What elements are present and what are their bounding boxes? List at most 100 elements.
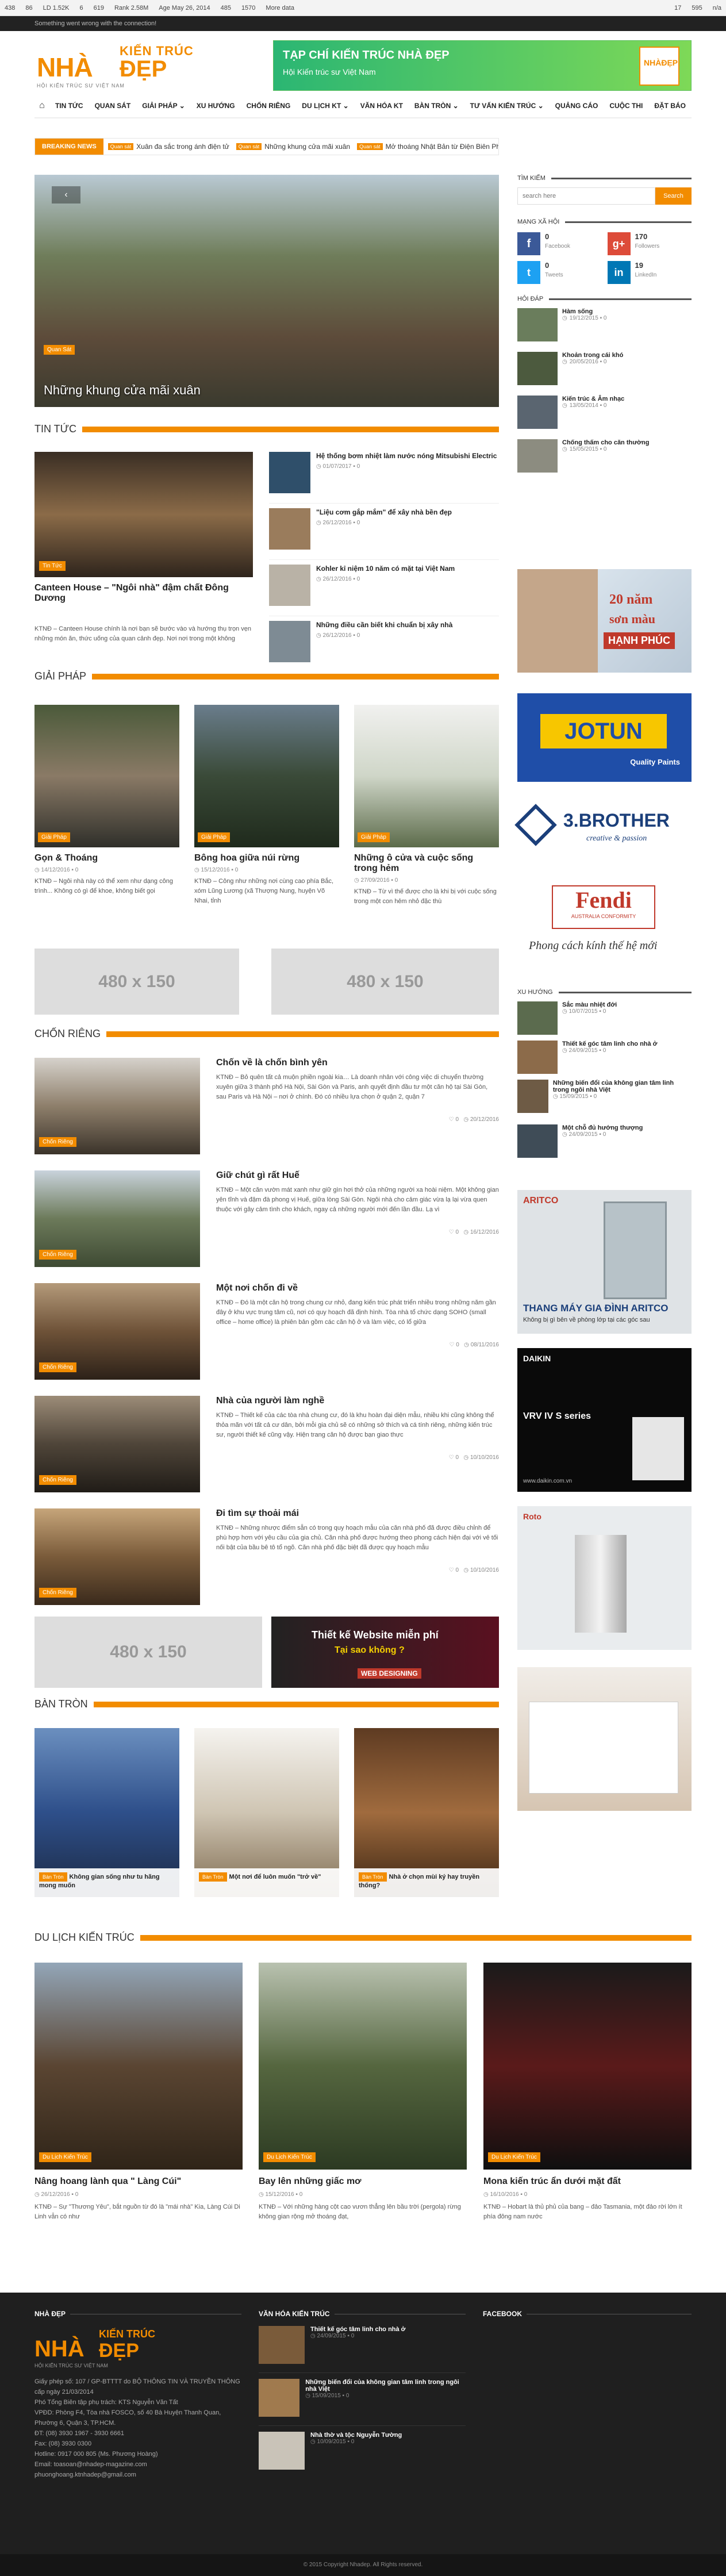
nav-item-quang-cao[interactable]: QUẢNG CÁO	[550, 94, 604, 118]
post-title[interactable]: Kiến trúc & Âm nhạc	[562, 396, 624, 402]
post-title[interactable]: Hàm sống	[562, 308, 606, 315]
tin-tuc-main-image[interactable]: Tin Tức	[34, 452, 253, 577]
section-title[interactable]: TIN TỨC	[34, 423, 76, 435]
category-tag[interactable]: Du Lịch Kiến Trúc	[39, 2152, 91, 2162]
seo-metric[interactable]: 86	[25, 5, 32, 11]
post-card[interactable]: Bàn Tròn Nhà ở chọn mùi ký hay truyền thố…	[354, 1728, 499, 1897]
post-title[interactable]: Những ô cửa và cuộc sống trong hẻm	[354, 853, 499, 874]
post-card[interactable]: Giải Pháp Gọn & Thoáng ◷ 14/12/2016 ▪ 0 …	[34, 705, 179, 896]
home-icon[interactable]: ⌂	[34, 101, 49, 111]
nav-item-tu-van[interactable]: TƯ VẤN KIẾN TRÚC ⌄	[464, 94, 550, 118]
heart-icon[interactable]: ♡	[450, 1342, 455, 1348]
category-tag[interactable]: Chốn Riêng	[39, 1250, 76, 1260]
category-tag[interactable]: Bàn Tròn	[359, 1872, 387, 1882]
ad-placeholder-480x150[interactable]: 480 x 150	[34, 949, 239, 1015]
post-card[interactable]: Giải Pháp Bông hoa giữa núi rừng ◷ 15/12…	[194, 705, 339, 906]
post-title[interactable]: Mona kiến trúc ẩn dưới mặt đất	[483, 2176, 692, 2187]
footer-email[interactable]: Email: toasoan@nhadep-magazine.com	[34, 2459, 241, 2470]
search-input[interactable]	[517, 187, 655, 205]
nav-item-cuoc-thi[interactable]: CUỘC THI	[604, 94, 648, 118]
post-card[interactable]: Du Lịch Kiến Trúc Bay lên những giấc mơ …	[259, 1963, 467, 2222]
slider-category-tag[interactable]: Quan Sát	[44, 345, 75, 355]
list-item[interactable]: Những biến đổi của không gian tâm linh t…	[517, 1080, 692, 1124]
list-item[interactable]: Kohler kỉ niệm 10 năm có mặt tại Việt Na…	[269, 565, 499, 616]
post-title[interactable]: Nâng hoang lành qua " Làng Cúi"	[34, 2176, 243, 2187]
section-title[interactable]: DU LỊCH KIẾN TRÚC	[34, 1932, 135, 1944]
ticker-item[interactable]: Quan sát Xuân đa sắc trong ánh điện tử	[107, 143, 229, 151]
category-tag[interactable]: Giải Pháp	[38, 832, 70, 842]
post-image[interactable]: Giải Pháp	[354, 705, 499, 847]
section-title[interactable]: BÀN TRÒN	[34, 1698, 88, 1710]
more-data-button[interactable]: More data	[266, 5, 294, 11]
seo-metric[interactable]: n/a	[713, 5, 721, 11]
heart-icon[interactable]: ♡	[449, 1567, 454, 1573]
linkedin-counter[interactable]: in 19 LinkedIn	[607, 261, 692, 284]
post-image[interactable]: Du Lịch Kiến Trúc	[483, 1963, 692, 2170]
seo-metric[interactable]: 438	[5, 5, 15, 11]
post-image[interactable]: Chốn Riêng	[34, 1283, 200, 1380]
post-title[interactable]: Một chỗ đủ hướng thượng	[562, 1124, 643, 1131]
post-title[interactable]: "Liệu cơm gắp mắm" để xây nhà bền đẹp	[316, 508, 452, 516]
post-card[interactable]: Du Lịch Kiến Trúc Mona kiến trúc ẩn dưới…	[483, 1963, 692, 2222]
post-title[interactable]: Những biến đổi của không gian tâm linh t…	[305, 2379, 466, 2393]
category-tag[interactable]: Du Lịch Kiến Trúc	[263, 2152, 316, 2162]
post-title[interactable]: Giữ chút gì rất Huế	[216, 1170, 499, 1181]
category-tag[interactable]: Tin Tức	[39, 561, 66, 571]
ticker-item[interactable]: Quan sát Những khung cửa mãi xuân	[236, 143, 350, 151]
post-card[interactable]: Du Lịch Kiến Trúc Nâng hoang lành qua " …	[34, 1963, 243, 2222]
nav-item-giai-phap[interactable]: GIẢI PHÁP ⌄	[136, 94, 191, 118]
post-title[interactable]: Những điều cần biết khi chuẩn bị xây nhà	[316, 621, 452, 629]
footer-email[interactable]: phuonghoang.ktnhadep@gmail.com	[34, 2470, 241, 2480]
category-tag[interactable]: Giải Pháp	[358, 832, 390, 842]
post-row[interactable]: Chốn Riêng Nhà của người làm nghề KTNĐ –…	[34, 1396, 499, 1508]
seo-metric[interactable]: 485	[221, 5, 231, 11]
list-item[interactable]: Những biến đổi của không gian tâm linh t…	[259, 2379, 466, 2426]
post-title[interactable]: Thiết kế góc tâm linh cho nhà ở	[310, 2326, 406, 2333]
nav-item-xu-huong[interactable]: XU HƯỚNG	[191, 94, 241, 118]
googleplus-counter[interactable]: g+ 170 Followers	[607, 232, 692, 255]
post-title[interactable]: Nhà thờ và tộc Nguyễn Tường	[310, 2432, 402, 2439]
heart-icon[interactable]: ♡	[449, 1116, 454, 1123]
tin-tuc-main-title[interactable]: Canteen House – "Ngôi nhà" đậm chất Đông…	[34, 583, 253, 604]
ticker-item[interactable]: Quan sát Mở thoáng Nhật Bản từ Điện Biên …	[357, 143, 498, 151]
list-item[interactable]: Chống thấm cho căn thường ◷ 15/05/2015 ▪ 0	[517, 439, 692, 478]
ad-fendi[interactable]: Fendi AUSTRALIA CONFORMITY Phong cách kín…	[517, 880, 692, 966]
ad-aritco[interactable]: ARITCO THANG MÁY GIA ĐÌNH ARITCO Không b…	[517, 1190, 692, 1334]
category-tag[interactable]: Du Lịch Kiến Trúc	[488, 2152, 540, 2162]
slider-prev-icon[interactable]: ‹	[52, 186, 80, 204]
nav-item-chon-rieng[interactable]: CHỐN RIÊNG	[241, 94, 297, 118]
seo-metric[interactable]: 619	[94, 5, 104, 11]
category-tag[interactable]: Bàn Tròn	[199, 1872, 227, 1882]
list-item[interactable]: Hàm sống ◷ 19/12/2015 ▪ 0	[517, 308, 692, 347]
post-row[interactable]: Chốn Riêng Giữ chút gì rất Huế KTNĐ – Mộ…	[34, 1170, 499, 1283]
seo-metric[interactable]: LD 1.52K	[43, 5, 70, 11]
post-image[interactable]: Du Lịch Kiến Trúc	[34, 1963, 243, 2170]
featured-slider-image[interactable]: ‹ Quan Sát Những khung cửa mãi xuân	[34, 175, 499, 407]
list-item[interactable]: Sắc màu nhiệt đới ◷ 10/07/2015 ▪ 0	[517, 1001, 692, 1041]
post-title[interactable]: Thiết kế góc tâm linh cho nhà ở	[562, 1041, 658, 1047]
ad-web-design[interactable]: Thiết kế Website miễn phí Tại sao không …	[271, 1617, 499, 1688]
post-row[interactable]: Chốn Riêng Chốn về là chốn bình yên KTNĐ…	[34, 1058, 499, 1170]
site-logo[interactable]: NHÀ KIẾN TRÚC ĐẸP HỘI KIẾN TRÚC SƯ VIỆT …	[34, 41, 201, 89]
search-button[interactable]: Search	[655, 187, 692, 205]
post-title[interactable]: Một nơi chốn đi về	[216, 1283, 499, 1293]
category-tag[interactable]: Bàn Tròn	[39, 1872, 67, 1882]
seo-metric[interactable]: 17	[674, 5, 681, 11]
category-tag[interactable]: Chốn Riêng	[39, 1362, 76, 1372]
seo-metric[interactable]: 595	[692, 5, 702, 11]
twitter-counter[interactable]: t 0 Tweets	[517, 261, 602, 284]
post-image[interactable]: Chốn Riêng	[34, 1396, 200, 1492]
nav-item-dat-bao[interactable]: ĐẶT BÁO	[648, 94, 692, 118]
ad-jotun[interactable]: JOTUN Quality Paints	[517, 693, 692, 782]
list-item[interactable]: Thiết kế góc tâm linh cho nhà ở ◷ 24/09/2…	[259, 2326, 466, 2373]
post-image[interactable]: Giải Pháp	[34, 705, 179, 847]
ad-3brother[interactable]: 3.BROTHER creative & passion	[514, 802, 692, 854]
post-title[interactable]: Khoản trong cái khó	[562, 352, 623, 359]
post-image[interactable]: Chốn Riêng	[34, 1058, 200, 1154]
post-title[interactable]: Bông hoa giữa núi rừng	[194, 853, 339, 863]
post-title[interactable]: Những biến đổi của không gian tâm linh t…	[553, 1080, 692, 1093]
ad-hanh-phuc[interactable]: 20 năm sơn màu HẠNH PHÚC	[517, 569, 692, 673]
post-image[interactable]: Chốn Riêng	[34, 1170, 200, 1267]
list-item[interactable]: Những điều cần biết khi chuẩn bị xây nhà…	[269, 621, 499, 673]
section-title[interactable]: GIẢI PHÁP	[34, 670, 86, 682]
